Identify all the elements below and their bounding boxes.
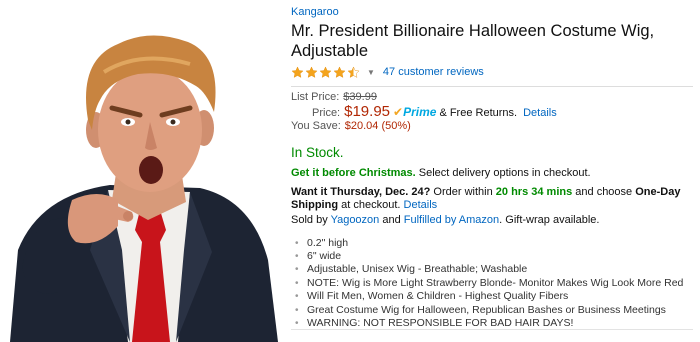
prime-label: Prime xyxy=(403,104,437,119)
divider xyxy=(291,86,693,87)
free-returns-text: & Free Returns. xyxy=(439,106,518,119)
seller-link[interactable]: Yagoozon xyxy=(331,214,380,226)
star-icon xyxy=(333,65,346,78)
stock-status: In Stock. xyxy=(291,144,344,160)
returns-details-link[interactable]: Details xyxy=(523,107,557,121)
savings-label: You Save: xyxy=(291,120,341,132)
at-text: at xyxy=(341,198,351,211)
divider xyxy=(291,329,693,330)
feature-item: Will Fit Men, Women & Children - Highest… xyxy=(295,290,693,304)
brand-link[interactable]: Kangaroo xyxy=(291,6,693,19)
star-half-icon xyxy=(347,65,360,78)
want-it-text: Want it Thursday, Dec. 24? xyxy=(291,185,431,198)
price-block: List Price: $39.99 Price: $19.95 ✔ Prime… xyxy=(291,91,693,134)
and-choose-text: and choose xyxy=(575,185,633,198)
countdown-timer: 20 hrs 34 mins xyxy=(495,185,573,198)
current-price: $19.95 xyxy=(344,102,391,120)
man-in-wig-illustration xyxy=(10,35,278,342)
christmas-text: Select delivery options in checkout. xyxy=(418,166,591,179)
feature-list: 0.2" high 6" wide Adjustable, Unisex Wig… xyxy=(295,237,693,331)
list-price-label: List Price: xyxy=(291,91,340,103)
price-label: Price: xyxy=(312,106,341,119)
product-details: Kangaroo Mr. President Billionaire Hallo… xyxy=(291,6,693,331)
price-row: Price: $19.95 ✔ Prime & Free Returns. De… xyxy=(291,102,693,121)
star-icon xyxy=(291,65,304,78)
chevron-down-icon[interactable]: ▼ xyxy=(367,68,375,77)
rating-row: ▼ 47 customer reviews xyxy=(291,64,693,80)
delivery-details-link[interactable]: Details xyxy=(404,199,438,211)
feature-item: Great Costume Wig for Halloween, Republi… xyxy=(295,304,693,318)
checkout-text: checkout. xyxy=(353,198,401,211)
feature-item: Adjustable, Unisex Wig - Breathable; Was… xyxy=(295,263,693,277)
savings-row: You Save: $20.04 (50%) xyxy=(291,120,693,134)
savings-value: $20.04 (50%) xyxy=(344,120,411,132)
prime-badge: ✔ Prime xyxy=(393,104,437,120)
sold-by-label: Sold by xyxy=(291,213,328,226)
and-text: and xyxy=(382,213,401,226)
customer-reviews-link[interactable]: 47 customer reviews xyxy=(383,66,484,78)
christmas-headline: Get it before Christmas. xyxy=(291,166,416,179)
feature-item: NOTE: Wig is More Light Strawberry Blond… xyxy=(295,277,693,291)
fulfilled-by-amazon-link[interactable]: Fulfilled by Amazon xyxy=(404,214,499,226)
star-icon xyxy=(305,65,318,78)
star-icon xyxy=(319,65,332,78)
star-rating[interactable] xyxy=(291,65,361,79)
feature-item: 6" wide xyxy=(295,250,693,264)
product-image[interactable] xyxy=(0,0,282,342)
gift-wrap-text: . Gift-wrap available. xyxy=(499,213,600,226)
christmas-delivery-note: Get it before Christmas. Select delivery… xyxy=(291,167,693,180)
feature-item: 0.2" high xyxy=(295,237,693,251)
delivery-estimate: Want it Thursday, Dec. 24? Order within … xyxy=(291,186,693,212)
prime-check-icon: ✔ xyxy=(393,104,404,119)
product-title: Mr. President Billionaire Halloween Cost… xyxy=(291,22,655,60)
order-within-text: Order within xyxy=(433,185,493,198)
seller-info: Sold by Yagoozon and Fulfilled by Amazon… xyxy=(291,214,693,227)
